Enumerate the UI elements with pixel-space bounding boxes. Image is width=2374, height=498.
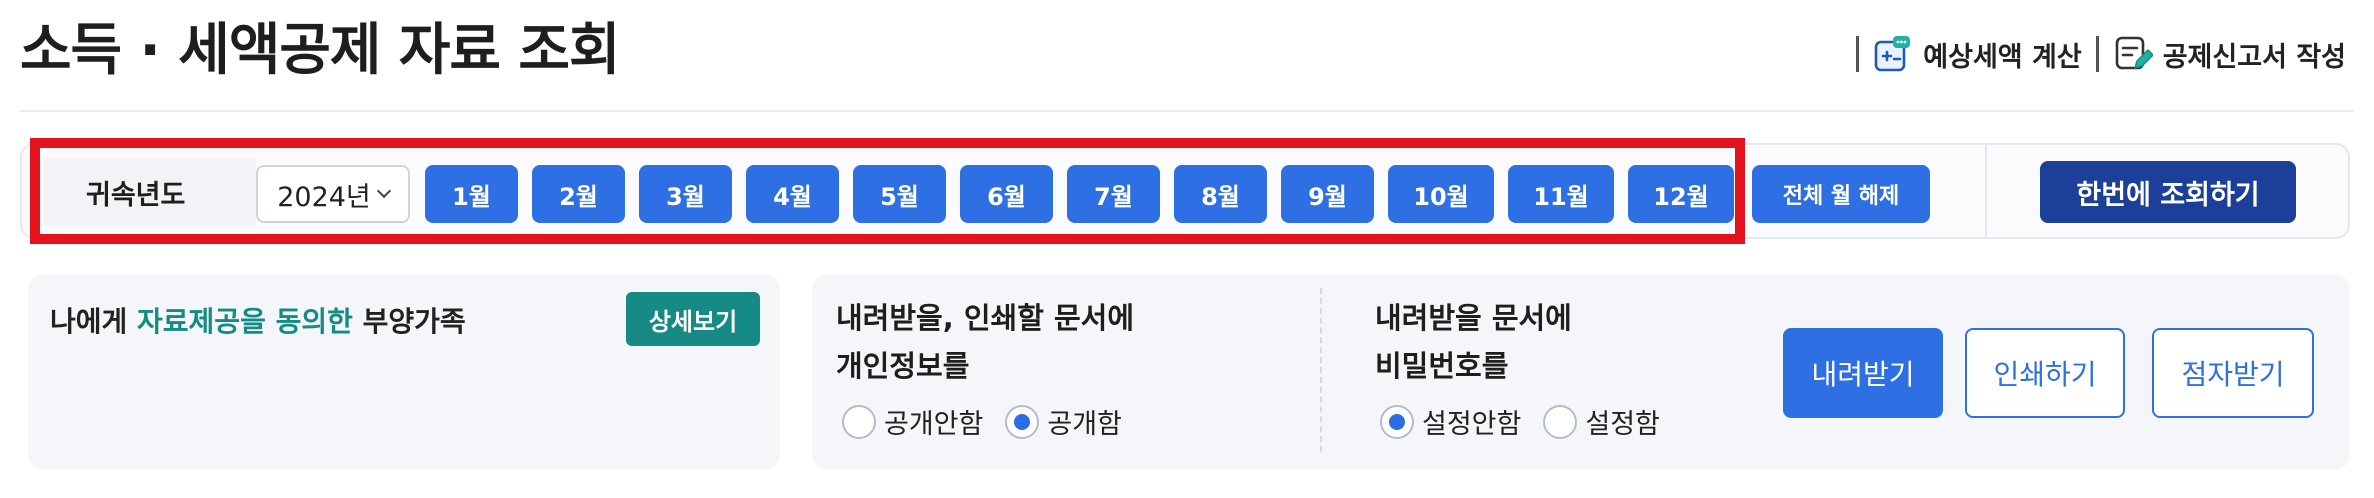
deduction-form-label: 공제신고서 작성 — [2162, 41, 2346, 73]
lookup-all-button[interactable]: 한번에 조회하기 — [2040, 161, 2296, 223]
year-select[interactable]: 2024년 — [256, 165, 410, 223]
month-button-1[interactable]: 1월 — [425, 165, 518, 223]
document-pencil-icon — [2113, 34, 2153, 74]
year-label: 귀속년도 — [44, 159, 256, 225]
month-button-8[interactable]: 8월 — [1174, 165, 1267, 223]
deduction-form-button[interactable]: 공제신고서 작성 — [2113, 34, 2346, 74]
month-button-10[interactable]: 10월 — [1388, 165, 1494, 223]
month-button-6[interactable]: 6월 — [960, 165, 1053, 223]
radio-label: 공개안함 — [884, 409, 984, 440]
estimated-tax-button[interactable]: 예상세액 계산 — [1873, 34, 2082, 74]
radio-circle-checked[interactable] — [1005, 404, 1040, 439]
personal-info-radio-group: 공개안함 공개함 — [842, 402, 1144, 441]
password-title-line2: 비밀번호를 — [1375, 349, 1509, 383]
month-button-2[interactable]: 2월 — [532, 165, 625, 223]
radio-option-private[interactable]: 공개안함 — [842, 402, 983, 441]
radio-label: 설정함 — [1585, 409, 1660, 440]
dependents-heading: 나에게 자료제공을 동의한 부양가족 — [50, 300, 466, 340]
clear-all-months-button[interactable]: 전체 월 해제 — [1752, 165, 1930, 223]
filter-divider — [1985, 145, 1987, 237]
dependents-prefix: 나에게 — [50, 305, 138, 338]
radio-option-set-password[interactable]: 설정함 — [1543, 402, 1660, 441]
braille-button[interactable]: 점자받기 — [2152, 328, 2314, 418]
radio-label: 공개함 — [1047, 409, 1122, 440]
month-button-9[interactable]: 9월 — [1281, 165, 1374, 223]
top-actions: 예상세액 계산 공제신고서 작성 — [1842, 30, 2346, 78]
radio-circle-checked[interactable] — [1380, 404, 1414, 439]
estimated-tax-label: 예상세액 계산 — [1923, 41, 2082, 73]
divider — [2095, 36, 2099, 72]
radio-label: 설정안함 — [1422, 409, 1522, 440]
radio-option-public[interactable]: 공개함 — [1005, 402, 1122, 441]
password-radio-group: 설정안함 설정함 — [1380, 402, 1682, 441]
password-title-line1: 내려받을 문서에 — [1375, 301, 1572, 335]
password-title: 내려받을 문서에 비밀번호를 — [1375, 294, 1572, 390]
filter-bar: 귀속년도 2024년 1월 2월 3월 4월 5월 6월 7월 8월 9월 10… — [20, 143, 2350, 239]
dependents-highlight: 자료제공을 동의한 — [137, 305, 353, 338]
month-button-4[interactable]: 4월 — [746, 165, 839, 223]
month-button-7[interactable]: 7월 — [1067, 165, 1160, 223]
chevron-down-icon — [376, 183, 391, 199]
divider — [1856, 36, 1860, 72]
dashed-divider — [1320, 288, 1322, 452]
header-divider — [20, 110, 2354, 112]
page-title: 소득 · 세액공제 자료 조회 — [20, 18, 620, 83]
personal-info-title: 내려받을, 인쇄할 문서에 개인정보를 — [836, 294, 1134, 390]
personal-info-title-line1: 내려받을, 인쇄할 문서에 — [836, 301, 1135, 335]
detail-view-button[interactable]: 상세보기 — [626, 292, 760, 346]
month-button-3[interactable]: 3월 — [639, 165, 732, 223]
month-button-5[interactable]: 5월 — [853, 165, 946, 223]
calculator-chat-icon — [1873, 34, 1913, 74]
dependents-panel: 나에게 자료제공을 동의한 부양가족 상세보기 — [28, 274, 780, 470]
month-button-11[interactable]: 11월 — [1508, 165, 1614, 223]
month-button-12[interactable]: 12월 — [1628, 165, 1734, 223]
radio-circle[interactable] — [1543, 404, 1578, 439]
personal-info-title-line2: 개인정보를 — [836, 349, 970, 383]
download-button[interactable]: 내려받기 — [1783, 328, 1943, 418]
dependents-suffix: 부양가족 — [352, 305, 466, 338]
document-options-panel: 내려받을, 인쇄할 문서에 개인정보를 공개안함 공개함 내려받을 문서에 비밀… — [812, 274, 2350, 470]
print-button[interactable]: 인쇄하기 — [1965, 328, 2125, 418]
radio-circle[interactable] — [842, 404, 876, 439]
year-select-value: 2024년 — [277, 181, 371, 213]
radio-option-no-password[interactable]: 설정안함 — [1380, 402, 1521, 441]
